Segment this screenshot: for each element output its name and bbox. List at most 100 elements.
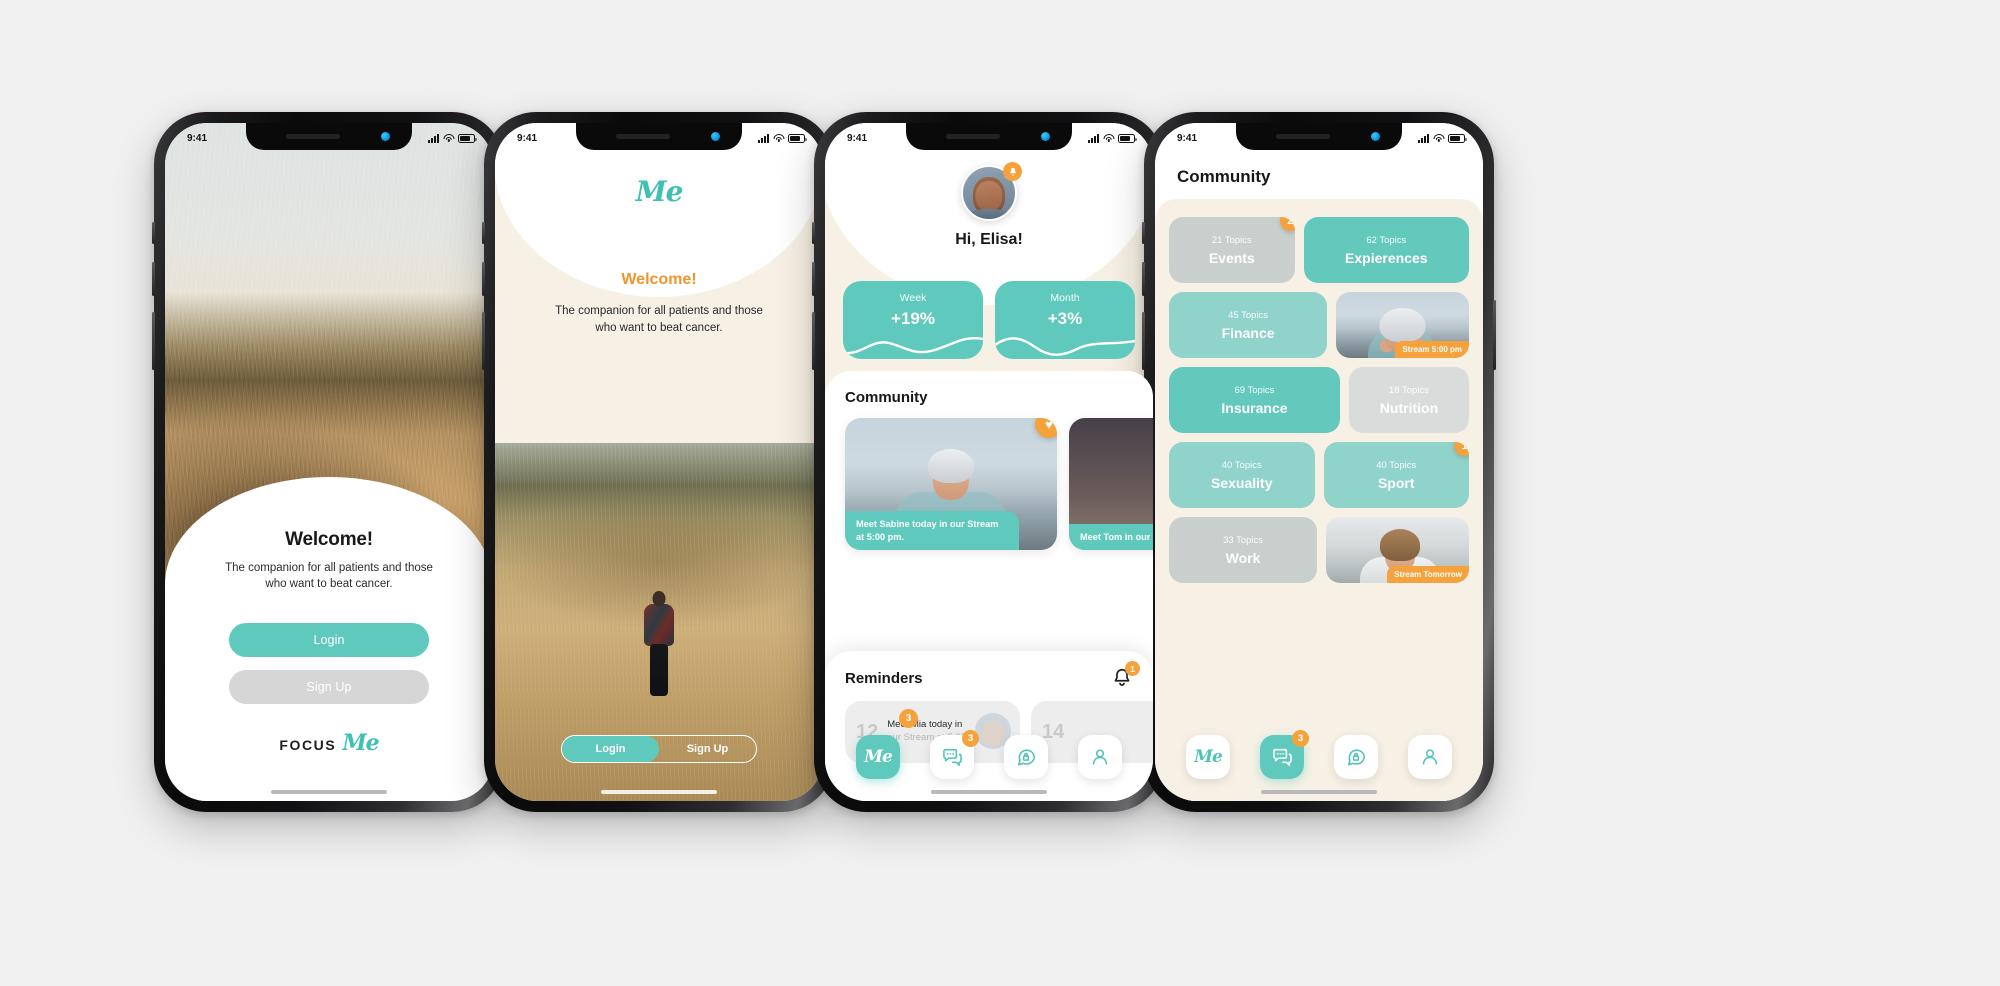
topic-tile-sexuality[interactable]: 40 Topics Sexuality <box>1169 442 1315 508</box>
section-title-community: Community <box>845 389 928 406</box>
topics-row: 45 Topics Finance Stream 5:00 pm <box>1169 292 1469 358</box>
stat-card-month[interactable]: Month +3% <box>995 281 1135 359</box>
sidebar-item-home[interactable]: Me <box>1186 735 1230 779</box>
topic-badge: 2 <box>1279 217 1295 231</box>
topic-tile-finance[interactable]: 45 Topics Finance <box>1169 292 1328 358</box>
topic-tile-work[interactable]: 33 Topics Work <box>1169 517 1318 583</box>
topic-name: Expierences <box>1345 249 1428 266</box>
chat-badge: 3 <box>962 730 979 747</box>
chat-icon <box>943 748 962 767</box>
page-title: Community <box>1177 167 1271 186</box>
sidebar-item-chat[interactable]: 3 <box>1260 730 1309 779</box>
dashboard-header: Hi, Elisa! <box>825 162 1153 249</box>
card-caption: Meet Tom in our Stream <box>1069 523 1153 550</box>
home-indicator[interactable] <box>271 789 387 794</box>
screen-1: 9:41 Welcome! The companion for all pati… <box>165 123 493 801</box>
front-camera <box>381 132 390 141</box>
sidebar-item-profile[interactable] <box>1078 735 1122 779</box>
chat-badge: 3 <box>1292 730 1309 747</box>
profile-icon <box>1092 749 1108 765</box>
topic-name: Sport <box>1377 474 1415 491</box>
status-time: 9:41 <box>1177 133 1198 144</box>
notification-bell-badge[interactable] <box>1003 162 1022 181</box>
auth-toggle[interactable]: Login Sign Up <box>561 735 757 763</box>
onboarding-header: Me Welcome! The companion for all patien… <box>495 123 823 443</box>
power-button[interactable] <box>1493 300 1496 370</box>
topic-badge: 1 <box>1454 442 1469 456</box>
notch <box>906 123 1072 150</box>
topics-grid: 21 Topics Events 2 62 Topics Expierences… <box>1155 199 1483 801</box>
notch <box>246 123 412 150</box>
sparkline-week <box>843 336 983 355</box>
front-camera <box>1041 132 1050 141</box>
sidebar-item-profile[interactable] <box>1408 735 1452 779</box>
signup-tab[interactable]: Sign Up <box>659 736 756 762</box>
topic-tile-expierences[interactable]: 62 Topics Expierences <box>1303 217 1469 283</box>
page-title: Welcome! <box>285 529 373 550</box>
screen-2: Me Welcome! The companion for all patien… <box>495 123 823 801</box>
hiker-figure <box>637 590 681 699</box>
wifi-icon <box>1103 134 1114 143</box>
topic-tile-nutrition[interactable]: 18 Topics Nutrition <box>1348 367 1469 433</box>
profile-icon <box>1422 749 1438 765</box>
stat-value: +19% <box>891 309 935 328</box>
login-tab[interactable]: Login <box>562 736 659 762</box>
battery-icon <box>1448 134 1467 143</box>
stat-value: +3% <box>1047 309 1083 328</box>
speaker-grille <box>1276 134 1330 139</box>
sidebar-item-chat[interactable]: 3 <box>930 730 979 779</box>
topic-count: 62 Topics <box>1366 234 1407 246</box>
phone-1-welcome: 9:41 Welcome! The companion for all pati… <box>152 112 506 812</box>
mute-switch[interactable] <box>482 222 485 244</box>
reminders-bell[interactable]: 1 <box>1111 661 1140 689</box>
battery-icon <box>788 134 807 143</box>
stat-label: Month <box>1050 292 1080 304</box>
brand-me-script: Me <box>1194 747 1223 767</box>
home-indicator[interactable] <box>931 789 1047 794</box>
greeting: Hi, Elisa! <box>955 231 1023 248</box>
front-camera <box>1371 132 1380 141</box>
topic-tile-events[interactable]: 21 Topics Events 2 <box>1169 217 1295 283</box>
status-time: 9:41 <box>847 133 868 144</box>
login-button[interactable]: Login <box>229 622 429 657</box>
reminder-count-badge: 1 <box>1125 661 1140 676</box>
topic-tile-sport[interactable]: 40 Topics Sport 1 <box>1323 442 1469 508</box>
signal-icon <box>428 134 439 143</box>
topic-tile-stream-sabine[interactable]: Stream 5:00 pm <box>1336 292 1469 358</box>
home-indicator[interactable] <box>1261 789 1377 794</box>
sidebar-item-secure-chat[interactable] <box>1334 735 1378 779</box>
page-title: Welcome! <box>621 271 697 288</box>
notch <box>576 123 742 150</box>
wifi-icon <box>773 134 784 143</box>
screenshot-canvas: 9:41 Welcome! The companion for all pati… <box>0 0 2000 986</box>
phone-2-onboarding: Me Welcome! The companion for all patien… <box>482 112 836 812</box>
topic-count: 45 Topics <box>1228 309 1269 321</box>
topic-name: Sexuality <box>1211 474 1273 491</box>
mute-switch[interactable] <box>812 222 815 244</box>
sidebar-item-home[interactable]: Me <box>856 735 900 779</box>
brand-focus-text: FOCUS <box>279 736 337 753</box>
mute-switch[interactable] <box>152 222 155 244</box>
signup-button[interactable]: Sign Up <box>229 669 429 704</box>
brand-logo: FOCUS Me <box>279 730 379 756</box>
stat-label: Week <box>899 292 927 304</box>
home-indicator[interactable] <box>601 789 717 794</box>
community-card[interactable]: Meet Tom in our Stream <box>1069 418 1153 550</box>
page-subtitle: The companion for all patients and those… <box>225 562 433 591</box>
topics-row: 69 Topics Insurance 18 Topics Nutrition <box>1169 367 1469 433</box>
stat-card-week[interactable]: Week +19% <box>843 281 983 359</box>
wifi-icon <box>443 134 454 143</box>
topic-tile-stream-tomorrow[interactable]: Stream Tomorrow <box>1326 517 1469 583</box>
topic-name: Events <box>1208 249 1255 266</box>
topic-tile-insurance[interactable]: 69 Topics Insurance <box>1169 367 1340 433</box>
topic-count: 21 Topics <box>1211 234 1252 246</box>
phone-4-community: Community 21 Topics Events 2 62 Topics E… <box>1142 112 1496 812</box>
phone-3-dashboard: Hi, Elisa! Week +19% Month +3% Community… <box>812 112 1166 812</box>
topic-count: 40 Topics <box>1221 459 1262 471</box>
dashboard-root: Hi, Elisa! Week +19% Month +3% Community… <box>825 123 1153 801</box>
sparkline-month <box>995 337 1135 356</box>
community-card-list[interactable]: ♥ Meet Sabine today in our Stream at 5:0… <box>845 418 1153 550</box>
sidebar-item-secure-chat[interactable] <box>1004 735 1048 779</box>
speaker-grille <box>616 134 670 139</box>
community-card[interactable]: ♥ Meet Sabine today in our Stream at 5:0… <box>845 418 1057 550</box>
